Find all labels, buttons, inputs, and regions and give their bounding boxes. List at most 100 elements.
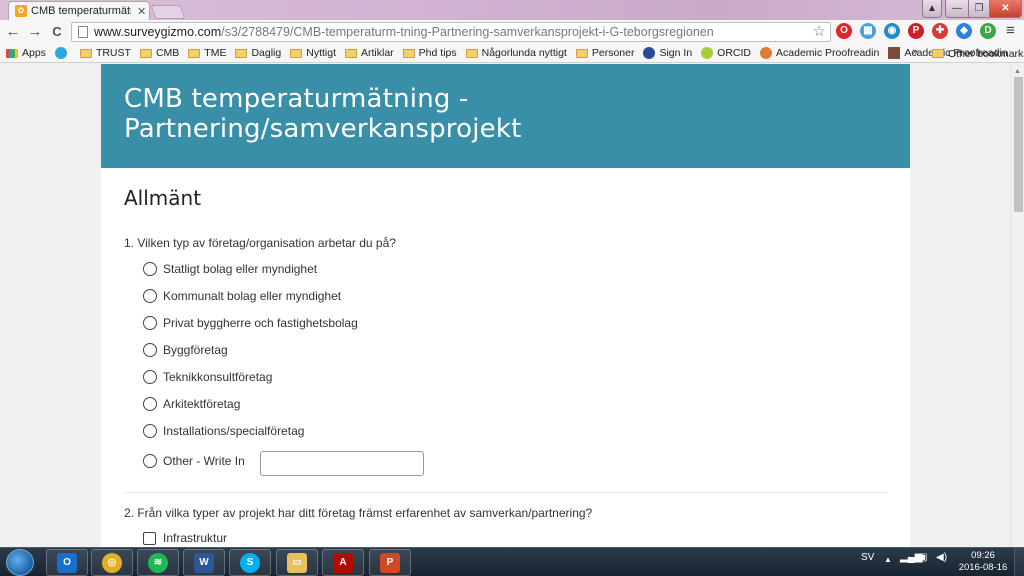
scroll-thumb[interactable] <box>1014 77 1023 212</box>
address-bar[interactable]: www.surveygizmo.com/s3/2788479/CMB-tempe… <box>71 22 831 42</box>
back-button[interactable]: ← <box>4 23 22 41</box>
option-label: Statligt bolag eller myndighet <box>163 262 318 276</box>
option-label: Privat byggherre och fastighetsbolag <box>163 316 358 330</box>
bookmark-item[interactable]: Sign In <box>643 47 692 59</box>
bookmarks-overflow-button[interactable]: » <box>912 46 918 58</box>
taskbar-app-button[interactable]: ▭ <box>276 549 318 576</box>
survey-title: CMB temperaturmätning - Partnering/samver… <box>124 84 522 144</box>
option-label: Other - Write In <box>163 454 245 468</box>
blue-diamond-icon[interactable]: ◆ <box>956 23 972 39</box>
q1-option[interactable]: Arkitektföretag <box>143 397 240 411</box>
bookmark-item[interactable]: Någorlunda nyttigt <box>465 47 567 59</box>
reload-button[interactable]: C <box>48 23 66 41</box>
show-desktop-button[interactable] <box>1014 548 1024 576</box>
q2-option[interactable]: Infrastruktur <box>143 531 227 545</box>
red-cross-icon[interactable]: ✚ <box>932 23 948 39</box>
bookmark-item[interactable]: Academic Proofreadin <box>760 47 879 59</box>
start-button[interactable] <box>6 549 34 576</box>
file-explorer-icon: ▭ <box>287 552 307 573</box>
q1-option[interactable]: Privat byggherre och fastighetsbolag <box>143 316 358 330</box>
bookmark-label: TME <box>204 47 227 59</box>
folder-icon <box>345 48 357 58</box>
radio-button[interactable] <box>143 289 157 303</box>
taskbar-app-button[interactable]: W <box>183 549 225 576</box>
folder-icon <box>188 48 201 58</box>
bookmark-label: Nyttigt <box>306 47 336 59</box>
power-icon[interactable]: ▣ <box>918 552 927 563</box>
q1-option[interactable]: Teknikkonsultföretag <box>143 370 272 384</box>
taskbar-app-button[interactable]: ◎ <box>91 549 133 576</box>
q1-option[interactable]: Kommunalt bolag eller myndighet <box>143 289 341 303</box>
proofreading-grid-icon <box>888 47 901 59</box>
taskbar-app-button[interactable]: A <box>322 549 364 576</box>
radio-button[interactable] <box>143 370 157 384</box>
maximize-button[interactable]: ❐ <box>968 0 990 18</box>
radio-button[interactable] <box>143 316 157 330</box>
option-label: Kommunalt bolag eller myndighet <box>163 289 342 303</box>
bookmark-item[interactable]: TRUST <box>79 47 131 59</box>
radio-button[interactable] <box>143 262 157 276</box>
colorful-grid-icon[interactable]: ▦ <box>860 23 876 39</box>
bookmark-item[interactable] <box>54 47 71 59</box>
forward-button[interactable]: → <box>26 23 44 41</box>
tab-close-icon[interactable]: ✕ <box>137 5 146 18</box>
question-1-text: 1. Vilken typ av företag/organisation ar… <box>124 236 396 250</box>
radio-button[interactable] <box>143 343 157 357</box>
clock-time: 09:26 <box>971 550 995 561</box>
q1-option[interactable]: Byggföretag <box>143 343 228 357</box>
radio-button[interactable] <box>143 397 157 411</box>
q1-option[interactable]: Installations/specialföretag <box>143 424 304 438</box>
pinterest-icon[interactable]: P <box>908 23 924 39</box>
folder-icon <box>575 48 588 58</box>
folder-icon <box>465 48 478 58</box>
vr-circle-icon <box>54 47 67 59</box>
green-d-icon[interactable]: D <box>980 23 996 39</box>
bookmark-item[interactable]: ORCID <box>701 47 751 59</box>
taskbar-app-button[interactable]: P <box>369 549 411 576</box>
opera-icon[interactable]: O <box>836 23 852 39</box>
bookmark-item[interactable]: Phd tips <box>402 47 457 59</box>
bookmark-item[interactable]: Nyttigt <box>290 47 336 59</box>
other-bookmarks[interactable]: Other bookmarks <box>932 44 1024 63</box>
bookmark-label: Sign In <box>659 47 693 59</box>
browser-tab-active[interactable]: ✿ CMB temperaturmätning ✕ <box>8 1 150 20</box>
survey-header-banner: CMB temperaturmätning - Partnering/samver… <box>101 64 910 168</box>
radio-button[interactable] <box>143 424 157 438</box>
page-scrollbar[interactable]: ▲ <box>1010 64 1024 547</box>
windows-taskbar: O ◎ ≋ W S ▭ A P SV ▲ ▂▄▆ ▣ ◀) 09:26 2016-08-16 <box>0 547 1024 576</box>
bookmark-item[interactable]: Apps <box>6 47 46 59</box>
bookmark-item[interactable]: CMB <box>139 47 179 59</box>
survey-card: CMB temperaturmätning - Partnering/samver… <box>101 64 910 547</box>
s-circle-icon <box>643 47 656 59</box>
radio-button[interactable] <box>143 454 157 468</box>
system-clock[interactable]: 09:26 2016-08-16 <box>955 550 1011 574</box>
minimize-button[interactable]: — <box>945 0 969 18</box>
tray-overflow-icon[interactable]: ▲ <box>884 555 892 564</box>
bookmark-item[interactable]: Artiklar <box>345 47 394 59</box>
close-window-button[interactable]: ✕ <box>989 0 1022 18</box>
other-write-in-input[interactable] <box>260 451 424 476</box>
bookmark-item[interactable]: TME <box>188 47 226 59</box>
new-tab-button[interactable] <box>150 5 186 19</box>
user-profile-button[interactable]: ▲ <box>922 0 942 18</box>
option-label: Teknikkonsultföretag <box>163 370 273 384</box>
taskbar-app-button[interactable]: ≋ <box>137 549 179 576</box>
tab-title: CMB temperaturmätning <box>31 5 131 17</box>
scroll-up-arrow-icon[interactable]: ▲ <box>1014 68 1021 75</box>
volume-icon[interactable]: ◀) <box>936 552 947 563</box>
language-indicator[interactable]: SV <box>861 552 874 563</box>
outlook-icon: O <box>57 552 77 573</box>
q1-option[interactable]: Statligt bolag eller myndighet <box>143 262 317 276</box>
bookmark-label: Phd tips <box>418 47 457 59</box>
bookmark-star-icon[interactable]: ☆ <box>813 23 826 41</box>
bookmark-item[interactable]: Personer <box>575 47 634 59</box>
taskbar-app-button[interactable]: S <box>229 549 271 576</box>
eye-circle-icon[interactable]: ◉ <box>884 23 900 39</box>
chrome-menu-icon[interactable]: ≡ <box>1006 23 1015 39</box>
taskbar-app-button[interactable]: O <box>46 549 88 576</box>
bookmark-item[interactable]: Daglig <box>235 47 281 59</box>
checkbox[interactable] <box>143 531 156 545</box>
proofreading-icon <box>760 47 773 59</box>
surveygizmo-favicon-icon: ✿ <box>15 5 27 17</box>
q1-option[interactable]: Other - Write In <box>143 454 245 468</box>
